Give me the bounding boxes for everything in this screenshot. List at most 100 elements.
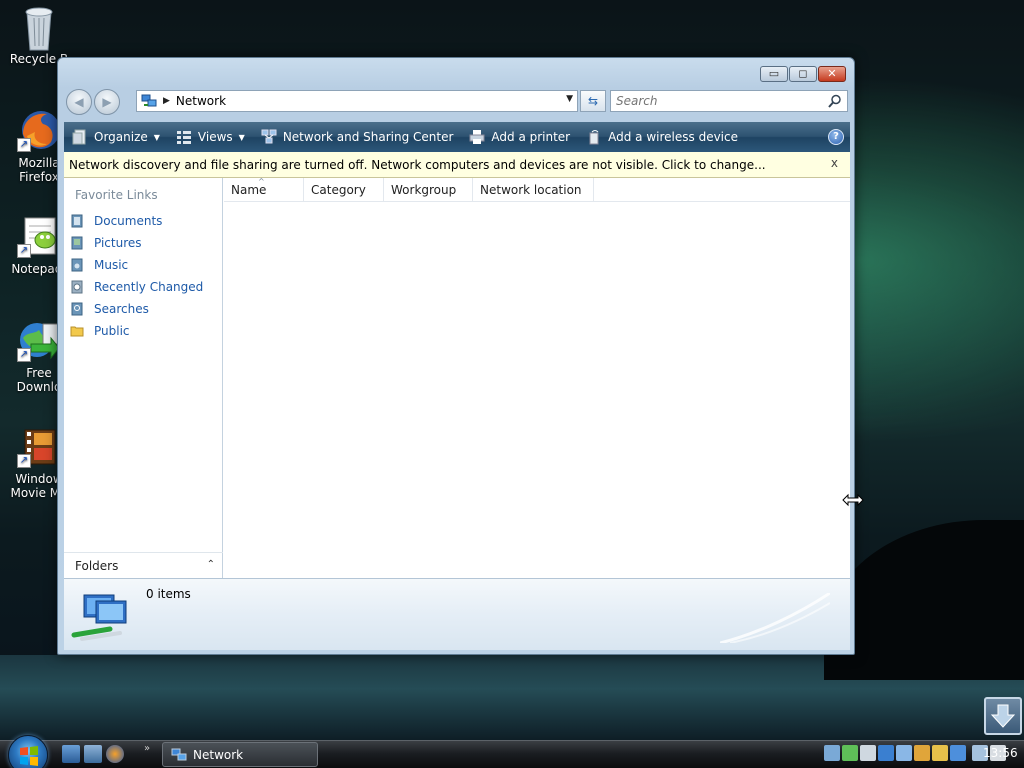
firefox-quicklaunch-icon[interactable] bbox=[106, 745, 124, 763]
arrow-down-icon bbox=[990, 704, 1016, 728]
shortcut-arrow-icon: ↗ bbox=[17, 138, 31, 152]
fav-link-searches[interactable]: Searches bbox=[70, 298, 203, 320]
command-bar: Organize ▼ Views ▼ Network and Sharing C… bbox=[64, 122, 850, 152]
fav-link-label: Documents bbox=[94, 214, 163, 228]
close-icon: ✕ bbox=[827, 67, 837, 80]
movie-maker-icon: ↗ bbox=[17, 424, 61, 468]
info-bar-message[interactable]: Network discovery and file sharing are t… bbox=[69, 158, 766, 172]
navigation-pane: Favorite Links Documents Pictures Music … bbox=[64, 178, 223, 578]
switch-windows-icon[interactable] bbox=[84, 745, 102, 763]
refresh-button[interactable]: ⇆ bbox=[580, 90, 606, 112]
fav-link-public[interactable]: Public bbox=[70, 320, 203, 342]
breadcrumb-arrow-icon[interactable]: ▶ bbox=[163, 96, 170, 106]
views-button[interactable]: Views ▼ bbox=[168, 122, 253, 152]
network-sharing-center-button[interactable]: Network and Sharing Center bbox=[253, 122, 462, 152]
network-sharing-icon bbox=[261, 129, 277, 144]
fav-link-recently-changed[interactable]: Recently Changed bbox=[70, 276, 203, 298]
add-wireless-device-button[interactable]: Add a wireless device bbox=[578, 122, 746, 152]
column-workgroup[interactable]: Workgroup bbox=[384, 178, 473, 202]
views-icon bbox=[176, 131, 191, 144]
fav-link-documents[interactable]: Documents bbox=[70, 210, 203, 232]
add-printer-button[interactable]: Add a printer bbox=[461, 122, 578, 152]
column-label: Network location bbox=[480, 183, 582, 197]
show-desktop-icon[interactable] bbox=[62, 745, 80, 763]
sort-arrow-icon: ^ bbox=[258, 177, 265, 186]
printer-icon bbox=[469, 130, 485, 144]
pictures-icon bbox=[71, 236, 83, 250]
taskbar-button-label: Network bbox=[193, 747, 244, 762]
column-headers: ^ Name Category Workgroup Network locati… bbox=[224, 177, 850, 202]
network-icon bbox=[171, 748, 187, 760]
folder-icon bbox=[70, 326, 84, 337]
column-category[interactable]: Category bbox=[304, 178, 384, 202]
organize-icon bbox=[72, 129, 86, 145]
info-bar[interactable]: Network discovery and file sharing are t… bbox=[64, 152, 850, 178]
network-icon bbox=[141, 94, 157, 107]
firefox-icon: ↗ bbox=[17, 108, 61, 152]
tray-security-icon[interactable] bbox=[914, 745, 930, 761]
organize-button[interactable]: Organize ▼ bbox=[64, 122, 168, 152]
fav-link-music[interactable]: Music bbox=[70, 254, 203, 276]
column-name[interactable]: ^ Name bbox=[224, 177, 304, 202]
chevron-down-icon: ▼ bbox=[238, 132, 245, 142]
favorite-links-list: Documents Pictures Music Recently Change… bbox=[70, 210, 203, 342]
recently-changed-icon bbox=[71, 280, 83, 294]
tray-device-icon[interactable] bbox=[860, 745, 876, 761]
back-button[interactable]: ◀ bbox=[66, 89, 92, 115]
network-computers-icon bbox=[71, 594, 127, 641]
address-field[interactable]: ▶ Network ▼ bbox=[136, 90, 578, 112]
start-button[interactable] bbox=[8, 735, 48, 768]
column-network-location[interactable]: Network location bbox=[473, 178, 594, 202]
chevron-down-icon: ▼ bbox=[153, 132, 160, 142]
shortcut-arrow-icon: ↗ bbox=[17, 348, 31, 362]
maximize-icon: ◻ bbox=[798, 67, 808, 80]
resize-cursor-icon bbox=[842, 493, 864, 507]
address-dropdown-icon[interactable]: ▼ bbox=[566, 94, 573, 104]
folders-label: Folders bbox=[75, 558, 119, 573]
wireless-device-icon bbox=[589, 130, 599, 145]
maximize-button[interactable]: ◻ bbox=[789, 66, 817, 82]
tray-network-icon[interactable] bbox=[824, 745, 840, 761]
info-bar-close-icon[interactable]: x bbox=[831, 156, 838, 170]
help-button[interactable]: ? bbox=[828, 129, 844, 145]
quick-launch: » bbox=[62, 743, 150, 763]
windows-logo-icon bbox=[20, 746, 38, 766]
quick-launch-more-icon[interactable]: » bbox=[144, 743, 150, 754]
searches-icon bbox=[71, 302, 83, 316]
taskbar-button-network[interactable]: Network bbox=[162, 742, 318, 767]
free-download-manager-icon: ↗ bbox=[17, 318, 61, 362]
folders-toggle[interactable]: Folders ⌃ bbox=[64, 552, 223, 578]
fav-link-pictures[interactable]: Pictures bbox=[70, 232, 203, 254]
fav-link-label: Recently Changed bbox=[94, 280, 204, 294]
close-button[interactable]: ✕ bbox=[818, 66, 846, 82]
search-icon bbox=[828, 94, 841, 108]
refresh-icon: ⇆ bbox=[587, 94, 599, 108]
address-bar-row: ◀ ▶ ▶ Network ▼ ⇆ bbox=[66, 88, 848, 115]
search-input[interactable] bbox=[611, 91, 811, 111]
minimize-icon: ▭ bbox=[768, 67, 780, 80]
fav-link-label: Searches bbox=[94, 302, 149, 316]
tray-check-icon[interactable] bbox=[842, 745, 858, 761]
details-pane: 0 items bbox=[64, 578, 850, 650]
explorer-window[interactable]: ▭ ◻ ✕ ◀ ▶ ▶ Network ▼ ⇆ Organize ▼ Views… bbox=[57, 57, 855, 655]
tray-folder-icon[interactable] bbox=[932, 745, 948, 761]
system-tray bbox=[824, 745, 1006, 761]
search-box[interactable] bbox=[610, 90, 848, 112]
minimize-button[interactable]: ▭ bbox=[760, 66, 788, 82]
shortcut-arrow-icon: ↗ bbox=[17, 454, 31, 468]
fav-link-label: Public bbox=[94, 324, 130, 338]
views-label: Views bbox=[197, 130, 233, 144]
add-wireless-label: Add a wireless device bbox=[608, 130, 738, 144]
clock[interactable]: 13:56 bbox=[983, 746, 1018, 760]
breadcrumb-network[interactable]: Network bbox=[176, 94, 226, 108]
forward-button[interactable]: ▶ bbox=[94, 89, 120, 115]
forward-arrow-icon: ▶ bbox=[102, 95, 112, 109]
taskbar: » Network 13:56 bbox=[0, 735, 1024, 768]
desktop-scroll-down-button[interactable] bbox=[984, 697, 1022, 735]
tray-update-icon[interactable] bbox=[950, 745, 966, 761]
tray-app-icon[interactable] bbox=[878, 745, 894, 761]
tray-monitor-icon[interactable] bbox=[896, 745, 912, 761]
file-list[interactable]: ^ Name Category Workgroup Network locati… bbox=[224, 177, 850, 578]
shortcut-arrow-icon: ↗ bbox=[17, 244, 31, 258]
column-label: Category bbox=[311, 183, 366, 197]
